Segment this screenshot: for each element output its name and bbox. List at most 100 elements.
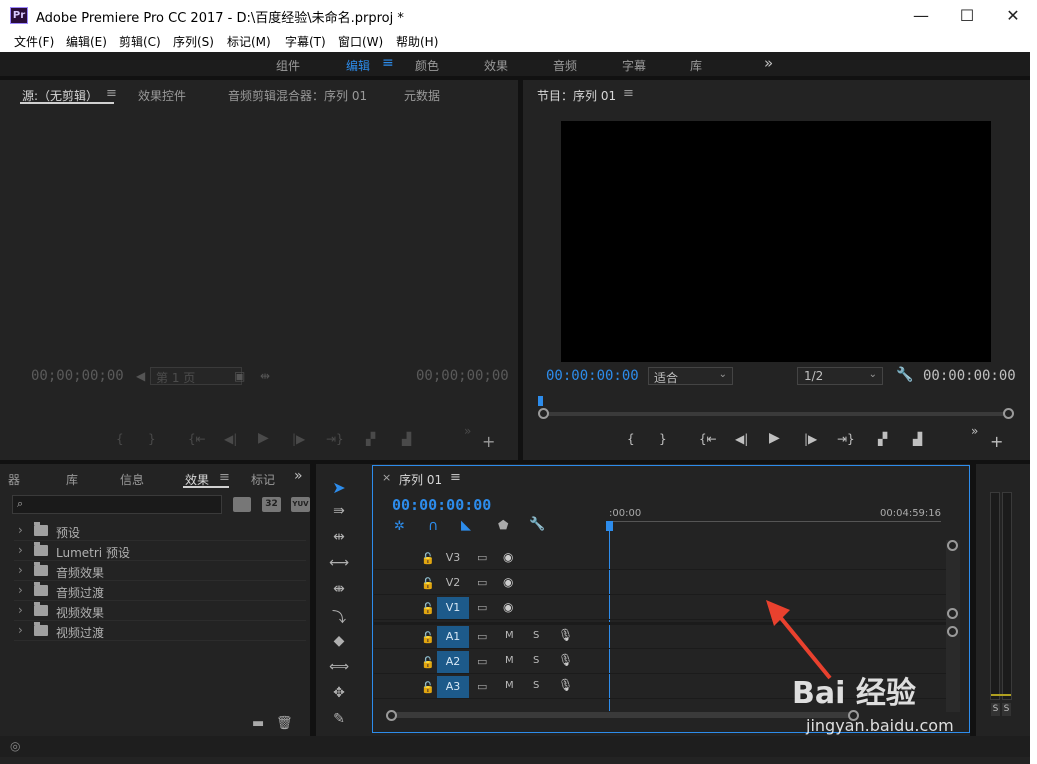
close-button[interactable]: ✕ [990, 0, 1036, 31]
solo-left-button[interactable]: S [991, 703, 1000, 716]
mute-button[interactable]: M [505, 630, 514, 641]
track-select-tool-icon[interactable]: ⇛ [326, 503, 352, 523]
toggle-sync-lock-icon[interactable]: ▭ [477, 655, 487, 668]
track-name-v1[interactable]: V1 [437, 597, 469, 619]
workspace-assembly[interactable]: 组件 [276, 57, 300, 74]
go-to-out-icon[interactable]: ⇥} [837, 432, 855, 446]
chevron-right-icon[interactable]: › [18, 523, 23, 537]
track-name-v3[interactable]: V3 [437, 547, 469, 569]
chevron-right-icon[interactable]: › [18, 543, 23, 557]
eye-icon[interactable]: ◉ [503, 575, 513, 589]
scroll-zoom-handle-mid[interactable] [947, 608, 958, 619]
effects-list-item-audio-transitions[interactable]: › 音频过渡 [14, 581, 306, 601]
pen-tool-icon[interactable]: ✥ [326, 685, 352, 705]
creative-cloud-icon[interactable]: ◎ [10, 739, 20, 753]
workspace-titles[interactable]: 字幕 [622, 57, 646, 74]
fit-select[interactable]: 适合 ⌄ [648, 367, 733, 385]
mark-in-icon[interactable]: { [116, 432, 124, 446]
source-overflow-icon[interactable]: » [464, 424, 471, 438]
effects-list-item-lumetri-presets[interactable]: › Lumetri 预设 [14, 541, 306, 561]
prev-page-icon[interactable]: ◀ [136, 369, 145, 383]
effects-overflow-icon[interactable]: » [294, 468, 303, 484]
program-menu-icon[interactable]: ≡ [623, 86, 634, 101]
workspace-color[interactable]: 颜色 [415, 57, 439, 74]
program-add-button[interactable]: + [990, 432, 1003, 451]
lift-icon[interactable]: ▞ [878, 432, 887, 446]
timeline-timecode[interactable]: 00:00:00:00 [392, 496, 491, 514]
menu-marker[interactable]: 标记(M) [227, 33, 271, 50]
go-to-in-icon[interactable]: {⇤ [188, 432, 206, 446]
extract-icon[interactable]: ▟ [913, 432, 922, 446]
menu-window[interactable]: 窗口(W) [338, 33, 383, 50]
resolution-select[interactable]: 1/2 ⌄ [797, 367, 883, 385]
selection-tool-icon[interactable]: ➤ [326, 478, 352, 498]
mark-in-icon[interactable]: { [627, 432, 635, 446]
workspace-libraries[interactable]: 库 [690, 57, 702, 74]
lock-icon[interactable]: 🔓 [421, 656, 435, 669]
step-forward-icon[interactable]: |▶ [292, 432, 305, 446]
microphone-icon[interactable]: 🎙 [558, 628, 573, 642]
scrubber-left-handle[interactable] [538, 408, 549, 419]
play-icon[interactable]: ▶ [258, 430, 269, 446]
tab-partial[interactable]: 器 [8, 471, 20, 488]
lock-icon[interactable]: 🔓 [421, 577, 435, 590]
tab-effect-controls[interactable]: 效果控件 [138, 87, 186, 104]
minimize-button[interactable]: — [898, 0, 944, 31]
workspace-audio[interactable]: 音频 [553, 57, 577, 74]
scroll-zoom-handle-top[interactable] [947, 540, 958, 551]
toggle-sync-lock-icon[interactable]: ▭ [477, 551, 487, 564]
timeline-close-icon[interactable]: × [382, 471, 391, 484]
ripple-edit-tool-icon[interactable]: ⇹ [326, 529, 352, 549]
timeline-settings-wrench-icon[interactable]: 🔧 [529, 517, 545, 532]
tab-sequence-01[interactable]: 序列 01 [399, 471, 442, 488]
timeline-playhead-handle[interactable] [606, 521, 613, 531]
menu-sequence[interactable]: 序列(S) [173, 33, 214, 50]
snap-magnet-icon[interactable]: ∩ [428, 518, 438, 534]
trash-icon[interactable]: 🗑 [276, 716, 293, 731]
lock-icon[interactable]: 🔓 [421, 631, 435, 644]
program-timecode-left[interactable]: 00:00:00:00 [546, 368, 639, 384]
tab-metadata[interactable]: 元数据 [404, 87, 440, 104]
32bit-effects-icon[interactable]: 32 [262, 497, 281, 512]
tab-info[interactable]: 信息 [120, 471, 144, 488]
go-to-out-icon[interactable]: ⇥} [326, 432, 344, 446]
scroll-zoom-handle-audio[interactable] [947, 626, 958, 637]
workspace-menu-icon[interactable]: ≡ [382, 55, 394, 71]
chevron-right-icon[interactable]: › [18, 603, 23, 617]
tab-libraries[interactable]: 库 [66, 471, 78, 488]
effects-list-item-presets[interactable]: › 预设 [14, 521, 306, 541]
menu-edit[interactable]: 编辑(E) [66, 33, 107, 50]
microphone-icon[interactable]: 🎙 [558, 678, 573, 692]
program-video-display[interactable] [561, 121, 991, 362]
slide-tool-icon[interactable]: ⟺ [326, 659, 352, 679]
menu-file[interactable]: 文件(F) [14, 33, 54, 50]
track-name-a3[interactable]: A3 [437, 676, 469, 698]
mute-button[interactable]: M [505, 655, 514, 666]
effects-search-input[interactable]: ⌕ [12, 495, 222, 514]
accelerated-effects-icon[interactable] [233, 497, 251, 512]
source-add-button[interactable]: + [482, 432, 495, 451]
lock-icon[interactable]: 🔓 [421, 602, 435, 615]
program-overflow-icon[interactable]: » [971, 424, 978, 438]
add-marker-icon[interactable]: ⬟ [498, 518, 508, 532]
menu-help[interactable]: 帮助(H) [396, 33, 438, 50]
mute-button[interactable]: M [505, 680, 514, 691]
step-forward-icon[interactable]: |▶ [804, 432, 817, 446]
go-to-in-icon[interactable]: {⇤ [699, 432, 717, 446]
lock-icon[interactable]: 🔓 [421, 681, 435, 694]
maximize-button[interactable]: ☐ [944, 0, 990, 31]
rate-stretch-tool-icon[interactable]: ⇼ [326, 581, 352, 601]
export-frame-icon[interactable]: ▣ [234, 369, 245, 383]
rolling-edit-tool-icon[interactable]: ⟷ [326, 555, 352, 575]
toggle-sync-lock-icon[interactable]: ▭ [477, 680, 487, 693]
track-name-a1[interactable]: A1 [437, 626, 469, 648]
solo-right-button[interactable]: S [1002, 703, 1011, 716]
horizontal-scrollbar[interactable] [392, 712, 852, 718]
solo-button[interactable]: S [533, 680, 539, 691]
effects-list-item-video-effects[interactable]: › 视频效果 [14, 601, 306, 621]
timeline-menu-icon[interactable]: ≡ [450, 470, 461, 485]
workspace-effects[interactable]: 效果 [484, 57, 508, 74]
eye-icon[interactable]: ◉ [503, 550, 513, 564]
solo-button[interactable]: S [533, 655, 539, 666]
effects-menu-icon[interactable]: ≡ [219, 470, 230, 485]
